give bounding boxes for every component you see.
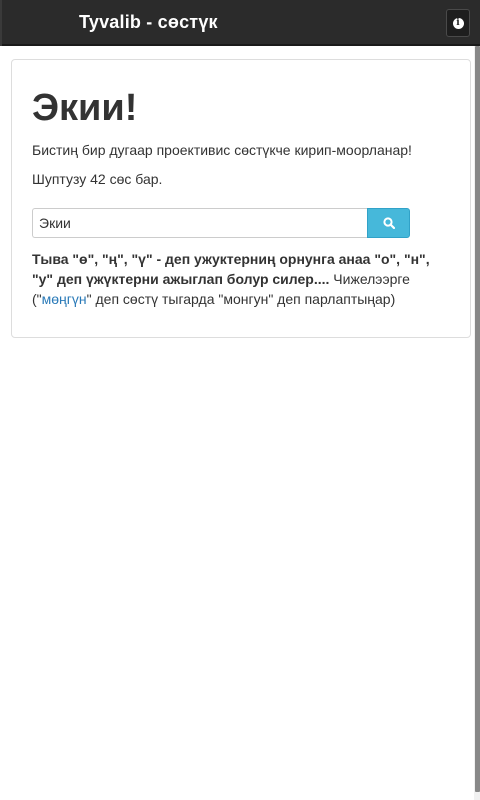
app-title[interactable]: Tyvalib - сөстүк [79,12,218,33]
search-button[interactable] [367,208,410,238]
info-button[interactable]: i [446,9,470,37]
search-input[interactable] [32,208,367,238]
page-heading: Экии! [32,87,138,129]
page-scrollbar[interactable] [474,46,480,800]
hint-note: Тыва "ө", "ң", "ү" - деп ужуктерниң орну… [32,249,437,309]
search-icon [382,217,395,229]
top-navbar: Tyvalib - сөстүк i [0,0,480,46]
hint-text-after: " деп сөстү тыгарда "монгун" деп парлапт… [86,291,396,307]
navbar-edge [0,0,2,46]
word-count-text: Шуптузу 42 сөс бар. [32,171,163,187]
info-circle-icon: i [452,17,464,29]
example-word-link[interactable]: мөңгүн [42,291,87,307]
scrollbar-thumb[interactable] [475,46,480,792]
search-group [32,208,410,238]
main-panel: Экии! Бистиң бир дугаар проективис сөстү… [11,59,471,338]
intro-text: Бистиң бир дугаар проективис сөстүкче ки… [32,142,412,158]
